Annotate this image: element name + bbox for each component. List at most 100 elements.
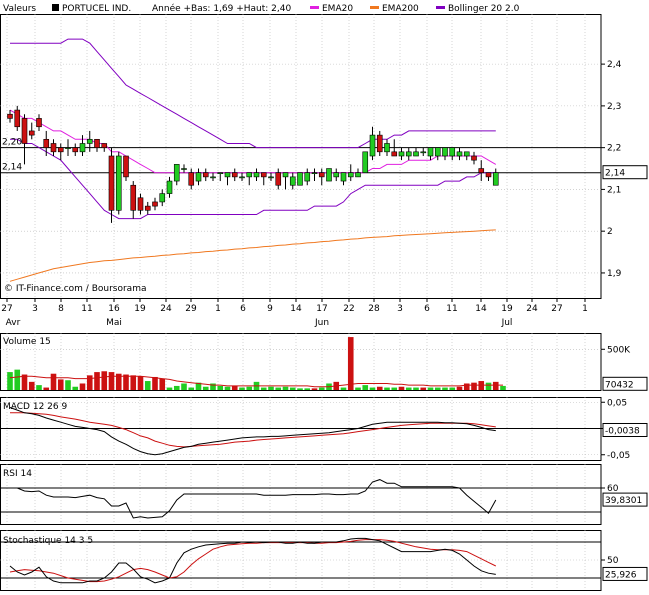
candle-body xyxy=(347,172,354,178)
volume-bar xyxy=(173,385,180,390)
candle-body xyxy=(224,172,231,178)
volume-last-value: 70432 xyxy=(605,380,634,390)
macd-last-value: -0,0038 xyxy=(605,426,640,436)
volume-bar xyxy=(159,378,166,390)
rsi-last-value: 39,8301 xyxy=(605,496,642,506)
candle-body xyxy=(108,155,115,211)
volume-bar xyxy=(376,386,383,390)
volume-bar xyxy=(65,380,71,390)
series-name: PORTUCEL IND. xyxy=(62,4,131,14)
x-tick-label: 3 xyxy=(32,304,38,314)
price-y-tick-label: 2,3 xyxy=(607,102,621,112)
candle-body xyxy=(311,172,318,175)
credit-text: © IT-Finance.com / Boursorama xyxy=(4,284,146,294)
chart-canvas: Valeurs PORTUCEL IND. Année +Bas: 1,69 +… xyxy=(0,3,648,591)
price-y-tick-label: 2 xyxy=(607,227,613,237)
candle-body xyxy=(28,130,35,136)
volume-bar xyxy=(188,387,195,390)
candle-body xyxy=(173,164,180,182)
volume-bar xyxy=(72,386,79,390)
x-tick-month: Jul xyxy=(501,318,513,328)
volume-bar xyxy=(405,387,412,390)
x-tick-month: Avr xyxy=(6,318,21,328)
candle-body xyxy=(282,172,289,178)
volume-bar xyxy=(391,387,398,390)
legend-swatch-ema20 xyxy=(310,6,319,9)
volume-bar xyxy=(340,387,347,390)
candle-body xyxy=(471,155,477,161)
bollinger-upper-line xyxy=(10,38,496,149)
volume-bar xyxy=(123,374,129,390)
volume-bar xyxy=(202,386,209,390)
volume-bar xyxy=(181,383,187,390)
candle-body xyxy=(333,172,340,178)
volume-bar xyxy=(369,387,376,390)
candle-body xyxy=(217,172,224,175)
candle-body xyxy=(340,172,347,182)
volume-bar xyxy=(500,385,506,390)
candle-body xyxy=(260,172,267,178)
x-tick-label: 11 xyxy=(446,304,457,314)
volume-bar xyxy=(79,383,86,390)
candle-body xyxy=(86,138,93,144)
candle-body xyxy=(355,172,361,178)
x-tick-label: 28 xyxy=(368,304,380,314)
volume-y-tick-label: 500K xyxy=(607,345,631,355)
volume-bar xyxy=(355,387,361,390)
series-swatch xyxy=(52,4,59,11)
volume-bar xyxy=(217,385,224,390)
volume-bar xyxy=(224,386,231,390)
volume-bar xyxy=(108,372,115,390)
volume-bar xyxy=(166,387,173,390)
candle-body xyxy=(398,151,405,157)
legend-ema200: EMA200 xyxy=(382,4,419,14)
candle-body xyxy=(130,184,137,211)
x-tick-label: 6 xyxy=(240,304,246,314)
grid-lines xyxy=(0,14,601,590)
x-tick-label: 27 xyxy=(1,304,12,314)
candle-body xyxy=(478,168,485,174)
stochastic-title: Stochastique 14 3 5 xyxy=(3,536,93,546)
x-tick-label: 24 xyxy=(160,304,172,314)
volume-bar xyxy=(471,382,477,390)
x-tick-label: 3 xyxy=(397,304,403,314)
candle-body xyxy=(166,180,173,194)
rsi-y-tick-label: 60 xyxy=(607,484,619,494)
candle-body xyxy=(79,143,86,153)
volume-bar xyxy=(413,387,419,390)
price-y-tick-label: 2,4 xyxy=(607,60,622,70)
x-tick-label: 19 xyxy=(134,304,146,314)
volume-bar xyxy=(260,387,267,390)
candle-body xyxy=(231,172,238,178)
stock-chart: Valeurs PORTUCEL IND. Année +Bas: 1,69 +… xyxy=(0,0,649,592)
price-ref-label: 2,14 xyxy=(2,163,22,173)
panel-titles: Volume 15 MACD 12 26 9 RSI 14 Stochastiq… xyxy=(3,337,93,546)
macd-y-tick-label: 0,05 xyxy=(607,398,627,408)
candle-body xyxy=(43,138,50,148)
price-y-tick-label: 2,2 xyxy=(607,144,621,154)
candle-body xyxy=(65,147,71,149)
legend-swatch-ema200 xyxy=(370,6,379,9)
candle-body xyxy=(14,109,21,128)
volume-bar xyxy=(384,387,390,390)
panel-frames xyxy=(0,14,602,591)
candle-body xyxy=(7,113,13,119)
volume-bar xyxy=(362,385,369,390)
candle-body xyxy=(376,134,383,153)
volume-bar xyxy=(289,387,296,390)
legend-ema20: EMA20 xyxy=(322,4,353,14)
candle-body xyxy=(442,147,448,157)
macd-y-tick-label: -0,05 xyxy=(607,451,630,461)
volume-bar xyxy=(231,385,238,390)
candle-body xyxy=(434,147,441,157)
candle-body xyxy=(297,172,303,186)
volume-bar xyxy=(7,372,13,390)
candle-body xyxy=(115,155,122,211)
x-tick-label: 16 xyxy=(108,304,120,314)
volume-bar xyxy=(420,387,427,390)
candle-body xyxy=(159,193,166,203)
candle-body xyxy=(253,172,260,178)
price-y-tick-label: 2,1 xyxy=(607,185,621,195)
stochastic-last-value: 25,926 xyxy=(605,570,637,580)
candle-body xyxy=(384,143,390,153)
